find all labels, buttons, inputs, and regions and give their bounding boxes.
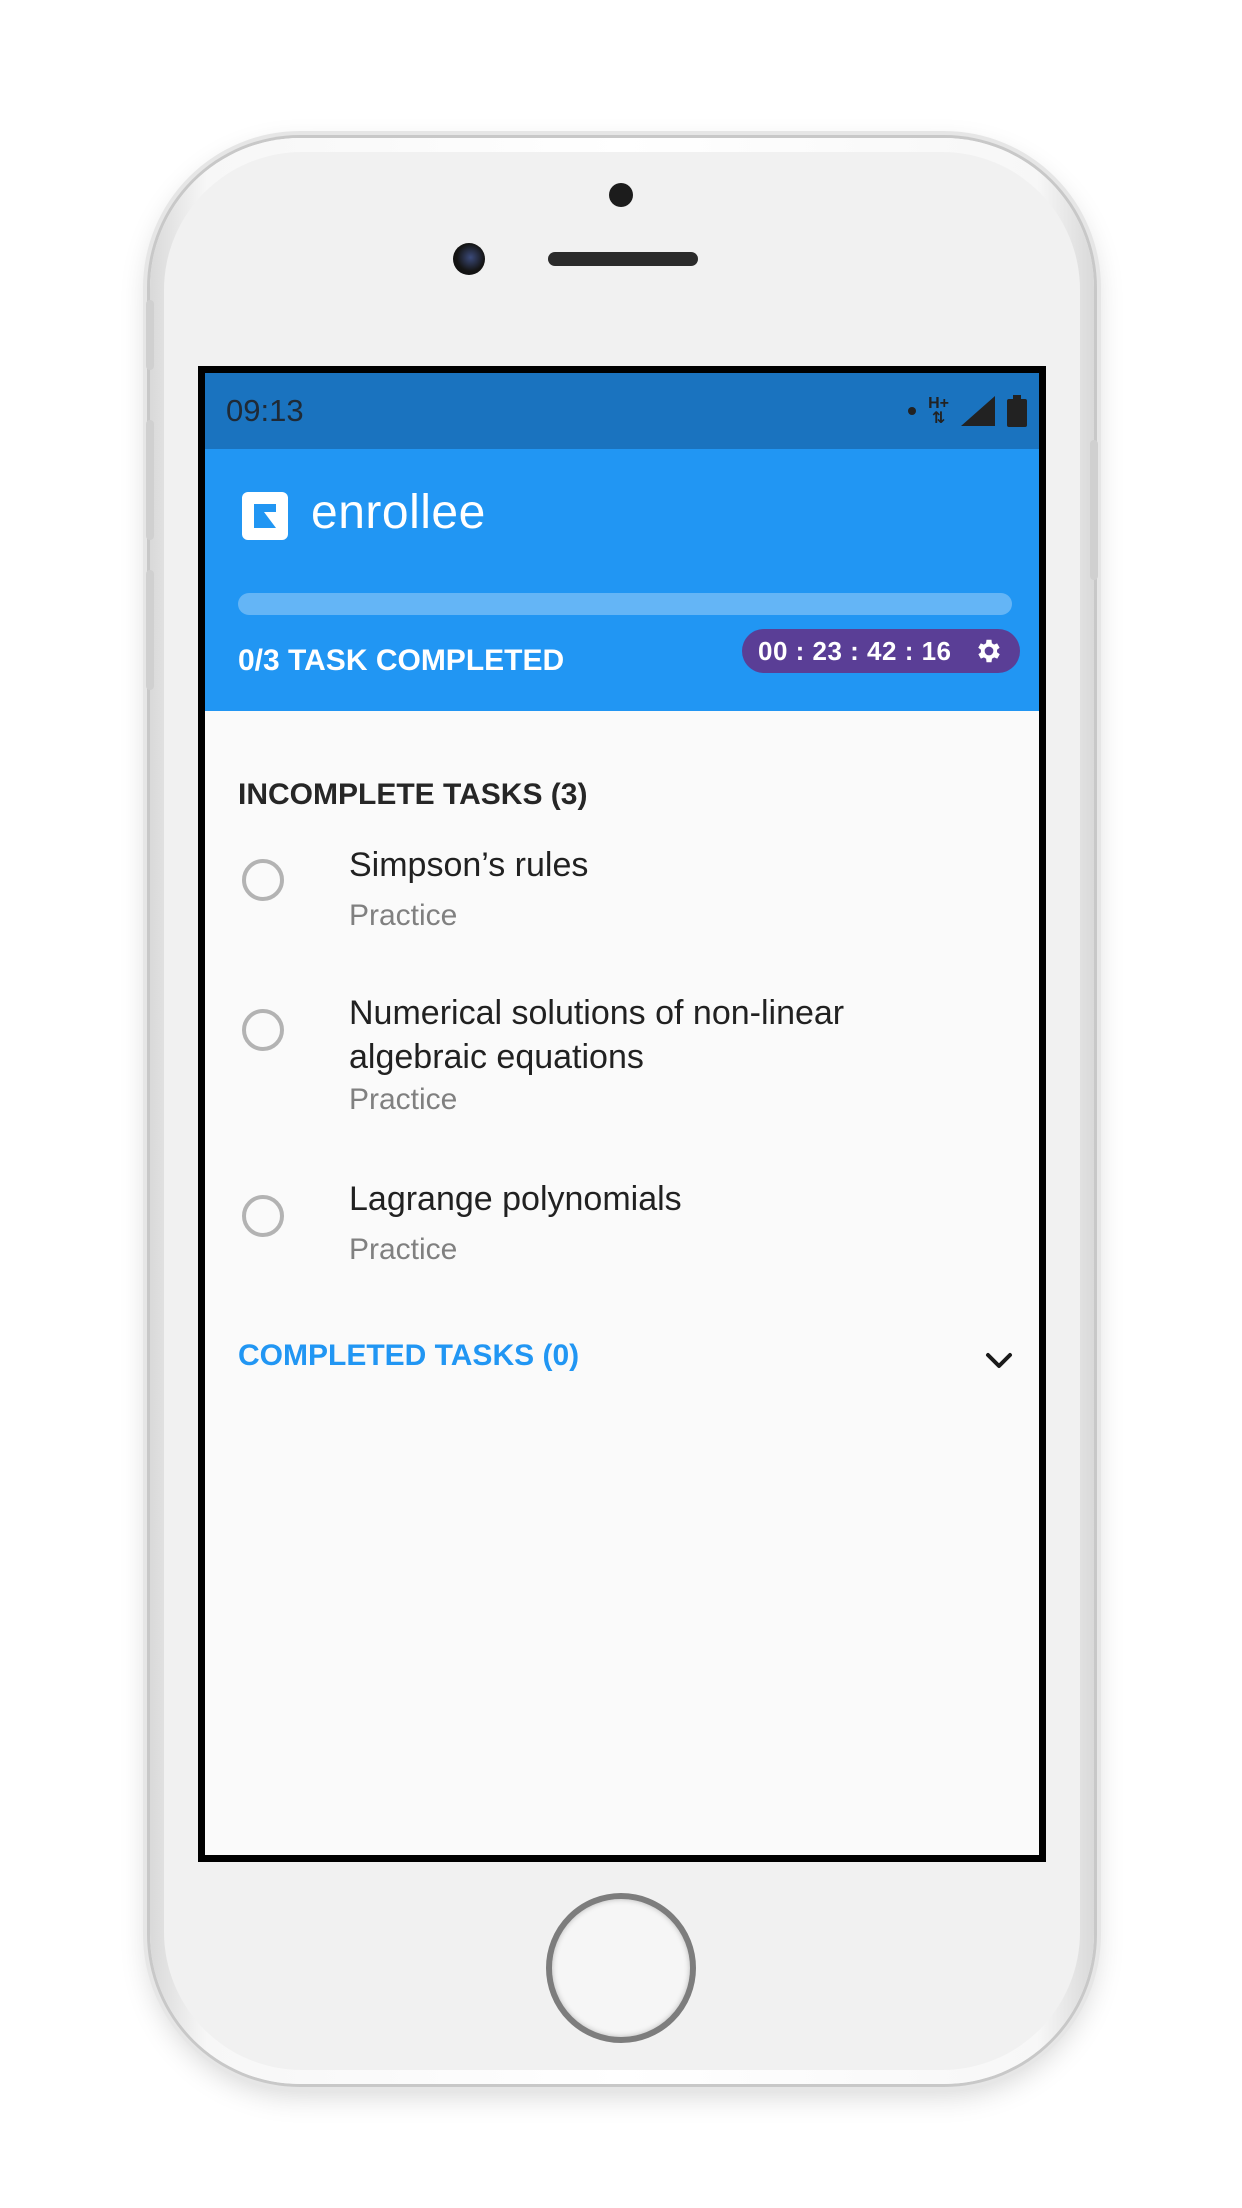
network-type-icon: H+ ⇅ [928, 395, 949, 427]
app-title: enrollee [311, 486, 486, 539]
notification-dot-icon [908, 407, 917, 415]
logo-icon [242, 492, 288, 540]
network-type-label: H+ [928, 395, 949, 412]
home-button[interactable] [546, 1893, 696, 2043]
gear-icon[interactable] [974, 636, 1004, 666]
task-type: Practice [349, 1083, 458, 1116]
countdown-timer: 00 : 23 : 42 : 16 [758, 635, 952, 666]
phone-screen: 09:13 H+ ⇅ enrollee 0/3 TASK COMPLETED 0… [198, 366, 1046, 1862]
proximity-sensor [609, 183, 633, 207]
mute-switch [146, 300, 154, 370]
chevron-down-icon[interactable] [985, 1351, 1013, 1371]
task-title: Numerical solutions of non-linear algebr… [349, 994, 845, 1076]
radio-unchecked-icon[interactable] [242, 859, 284, 901]
incomplete-tasks-header: INCOMPLETE TASKS (3) [238, 778, 588, 811]
task-type: Practice [349, 1233, 458, 1266]
task-type: Practice [349, 899, 458, 932]
task-progress-bar [238, 593, 1012, 615]
app-bar: enrollee 0/3 TASK COMPLETED 00 : 23 : 42… [205, 449, 1039, 711]
front-camera [453, 243, 485, 275]
radio-unchecked-icon[interactable] [242, 1009, 284, 1051]
task-completed-count: 0/3 TASK COMPLETED [238, 644, 565, 677]
task-title: Lagrange polynomials [349, 1180, 682, 1218]
volume-up-button [146, 420, 154, 540]
battery-icon [1007, 395, 1027, 427]
power-button [1090, 440, 1098, 580]
device-stage: 09:13 H+ ⇅ enrollee 0/3 TASK COMPLETED 0… [0, 0, 1242, 2208]
task-title: Simpson’s rules [349, 846, 589, 884]
volume-down-button [146, 570, 154, 690]
status-time: 09:13 [226, 393, 304, 428]
status-bar: 09:13 H+ ⇅ [205, 373, 1039, 449]
completed-tasks-toggle[interactable]: COMPLETED TASKS (0) [238, 1339, 579, 1373]
countdown-timer-badge[interactable]: 00 : 23 : 42 : 16 [742, 629, 1020, 673]
status-icons: H+ ⇅ [908, 395, 1027, 427]
earpiece-speaker [548, 252, 698, 266]
signal-icon [961, 396, 995, 426]
radio-unchecked-icon[interactable] [242, 1195, 284, 1237]
